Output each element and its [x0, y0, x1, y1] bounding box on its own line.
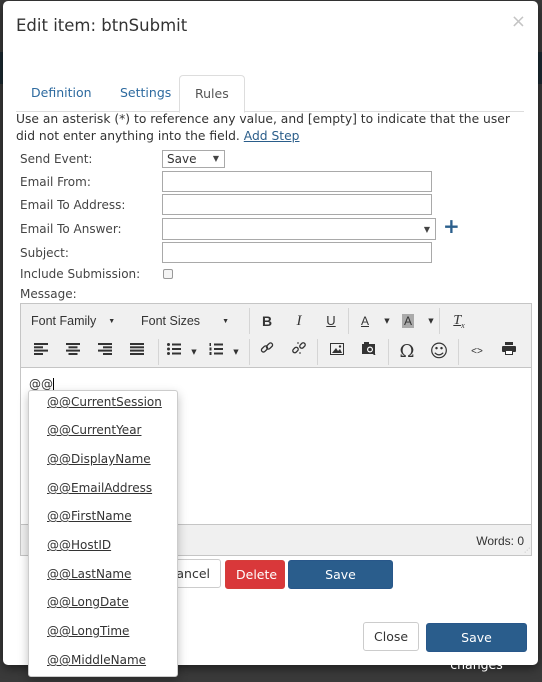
- save-changes-button[interactable]: Save changes: [426, 623, 527, 672]
- align-left-icon[interactable]: [29, 340, 53, 364]
- special-character-icon[interactable]: Ω: [395, 340, 419, 364]
- message-label: Message:: [20, 287, 77, 301]
- include-submission-label: Include Submission:: [20, 267, 141, 281]
- toolbar-separator: [348, 308, 349, 334]
- autocomplete-item[interactable]: @@LongTime: [47, 624, 129, 638]
- autocomplete-item[interactable]: @@HostID: [47, 538, 111, 552]
- align-center-icon[interactable]: [61, 340, 85, 364]
- close-button[interactable]: Close: [363, 622, 419, 651]
- email-to-answer-select[interactable]: ▼: [162, 218, 436, 240]
- tab-settings[interactable]: Settings: [105, 75, 186, 112]
- underline-icon[interactable]: U: [319, 309, 343, 333]
- subject-label: Subject:: [20, 246, 69, 260]
- toolbar-row-1: Font Family ▼ Font Sizes ▼ B I U A ▼ A ▼ T…: [21, 305, 531, 337]
- tab-bar: Definition Settings Rules: [16, 75, 524, 113]
- caret-down-icon: ▼: [222, 317, 229, 325]
- caret-down-icon[interactable]: ▼: [190, 340, 198, 364]
- link-icon[interactable]: [255, 340, 279, 364]
- close-icon[interactable]: ×: [511, 13, 526, 31]
- toolbar-separator: [388, 339, 389, 365]
- email-from-label: Email From:: [20, 175, 91, 189]
- caret-down-icon: ▼: [108, 317, 116, 325]
- chevron-down-icon: ▼: [212, 154, 219, 163]
- bold-icon[interactable]: B: [255, 309, 279, 333]
- toolbar-separator: [249, 339, 250, 365]
- autocomplete-item[interactable]: @@CurrentSession: [47, 395, 162, 409]
- tab-definition[interactable]: Definition: [16, 75, 107, 112]
- print-icon[interactable]: [497, 340, 521, 364]
- chevron-down-icon: ▼: [423, 225, 430, 234]
- autocomplete-item[interactable]: @@LongDate: [47, 595, 129, 609]
- text-color-icon[interactable]: A: [355, 309, 375, 333]
- autocomplete-item[interactable]: @@DisplayName: [47, 452, 151, 466]
- toolbar-separator: [439, 308, 440, 334]
- subject-input[interactable]: [162, 242, 432, 263]
- tab-rules[interactable]: Rules: [179, 75, 245, 113]
- numbered-list-icon[interactable]: [206, 340, 226, 364]
- word-count: Words: 0: [476, 534, 524, 548]
- editor-toolbar: Font Family ▼ Font Sizes ▼ B I U A ▼ A ▼ T…: [21, 304, 531, 368]
- email-to-address-input[interactable]: [162, 194, 432, 215]
- send-event-label: Send Event:: [20, 152, 93, 166]
- resize-handle-icon[interactable]: ⋰: [524, 547, 530, 554]
- toolbar-row-2: ▼ ▼ Ω ☺ <>: [21, 336, 531, 368]
- delete-button[interactable]: Delete: [225, 560, 285, 589]
- toolbar-separator: [158, 339, 159, 365]
- emoji-icon[interactable]: ☺: [427, 340, 451, 364]
- caret-down-icon[interactable]: ▼: [383, 309, 391, 333]
- autocomplete-item[interactable]: @@EmailAddress: [47, 481, 152, 495]
- background-color-icon[interactable]: A: [401, 314, 414, 328]
- italic-icon[interactable]: I: [287, 309, 311, 333]
- autocomplete-dropdown: @@CurrentSession @@CurrentYear @@Display…: [28, 390, 178, 677]
- include-submission-checkbox[interactable]: [163, 269, 173, 279]
- unlink-icon[interactable]: [287, 340, 311, 364]
- modal-title: Edit item: btnSubmit: [16, 16, 188, 35]
- save-template-button[interactable]: Save template: [288, 560, 393, 609]
- align-right-icon[interactable]: [93, 340, 117, 364]
- add-answer-plus-icon[interactable]: +: [443, 216, 460, 236]
- caret-down-icon[interactable]: ▼: [232, 340, 240, 364]
- media-search-icon[interactable]: [357, 340, 381, 364]
- add-step-link[interactable]: Add Step: [244, 129, 300, 143]
- caret-down-icon[interactable]: ▼: [427, 309, 435, 333]
- autocomplete-item[interactable]: @@CurrentYear: [47, 423, 141, 437]
- toolbar-separator: [458, 339, 459, 365]
- editor-text: @@: [29, 377, 53, 391]
- autocomplete-item[interactable]: @@FirstName: [47, 509, 132, 523]
- font-family-label: Font Family: [31, 314, 97, 328]
- toolbar-separator: [249, 308, 250, 334]
- toolbar-separator: [317, 339, 318, 365]
- bullet-list-icon[interactable]: [164, 340, 184, 364]
- help-text: Use an asterisk (*) to reference any val…: [16, 111, 531, 145]
- font-sizes-label: Font Sizes: [141, 314, 201, 328]
- email-to-answer-label: Email To Answer:: [20, 222, 122, 236]
- autocomplete-item[interactable]: @@LastName: [47, 567, 131, 581]
- font-family-dropdown[interactable]: Font Family ▼: [31, 309, 131, 333]
- send-event-select[interactable]: Save ▼: [162, 150, 225, 168]
- email-from-input[interactable]: [162, 171, 432, 192]
- email-to-address-label: Email To Address:: [20, 198, 126, 212]
- autocomplete-item[interactable]: @@MiddleName: [47, 653, 146, 667]
- align-justify-icon[interactable]: [125, 340, 149, 364]
- clear-formatting-icon[interactable]: Tx: [447, 309, 471, 333]
- font-sizes-dropdown[interactable]: Font Sizes ▼: [141, 309, 241, 333]
- source-code-icon[interactable]: <>: [465, 340, 489, 364]
- send-event-value: Save: [167, 152, 197, 166]
- image-icon[interactable]: [325, 340, 349, 364]
